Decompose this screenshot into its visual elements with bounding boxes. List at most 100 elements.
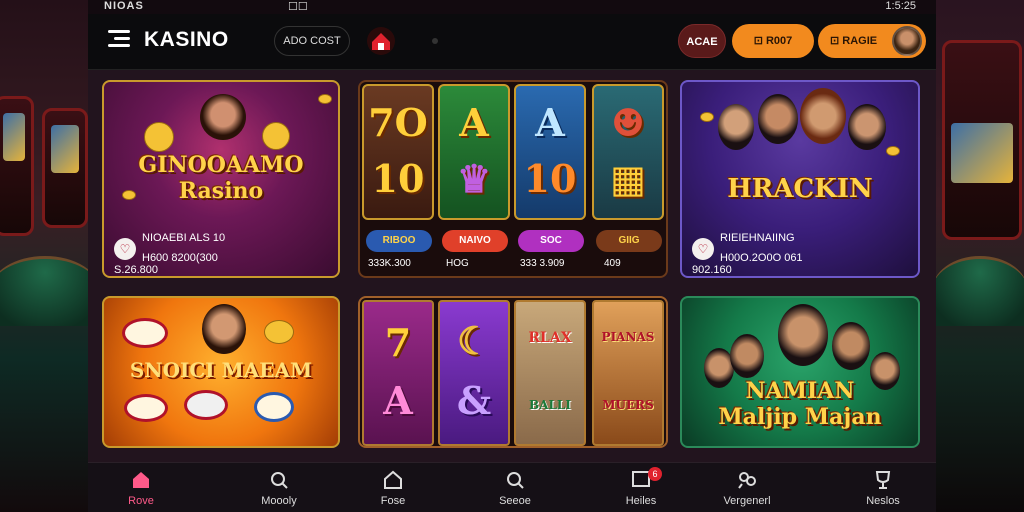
profile-icon: ⊡ [830,35,843,47]
character-illustration [800,88,846,144]
deposit-button[interactable]: ⊡ R007 [732,24,814,58]
reel-column: A 10 [514,84,586,220]
status-icons: ☐☐ [288,1,308,13]
background-right [932,0,1024,512]
status-bar: NIOAS ☐☐ 1:5:25 [88,0,936,14]
chip-icon [124,394,168,422]
coin-icon [886,146,900,156]
game-card-maljip[interactable]: NAMIAN Maljip Majan [680,296,920,448]
reel-symbol: RLAX [528,330,572,346]
casino-house-icon[interactable] [366,26,396,56]
slot-machine-bg [42,108,88,228]
reel-column: 7 A [362,300,434,446]
game-meta: ♡ NIOAEBI ALS 10 H600 8200(300 S.26.800 [114,232,237,276]
bottom-nav: Rove Moooly Fose Seeoe 6 Heiles Vergener… [88,462,936,512]
reel-symbol: 7O [368,100,428,145]
game-card-reels-2[interactable]: 7 A ☾ & RLAX BALLI PIANAS MUERS [358,296,668,448]
reel-column: 7O 10 [362,84,434,220]
reel-symbol: & [456,378,492,423]
profile-label: RAGIE [842,35,878,47]
slot-machine-bg [0,96,34,236]
reel-column: ☻ ▦ [592,84,664,220]
reel-caption: 333 3.909 [520,258,565,269]
account-pill[interactable]: ADO COST [274,26,350,56]
reel-column: ☾ & [438,300,510,446]
trophy-icon [875,471,891,489]
nav-item-heiles[interactable]: 6 Heiles [596,467,686,507]
reel-symbol: ☻ [610,100,646,145]
avatar[interactable] [892,26,922,56]
game-title: GINOOAAMO Rasino [104,152,338,204]
game-card-reels[interactable]: 7O 10 A ♛ A 10 ☻ ▦ RIBOO NAIVO SOC GIIG … [358,80,668,278]
reel-symbol: BALLI [529,398,571,412]
reel-symbol: ▦ [610,156,646,201]
reel-symbol: MUERS [602,398,654,412]
background-left [0,0,100,512]
reel-symbol: 10 [371,156,425,201]
nav-item-rove[interactable]: Rove [96,469,186,507]
casino-table-bg [932,256,1024,326]
nav-item-moooly[interactable]: Moooly [234,469,324,507]
app-header: KASINO ADO COST ACAE ⊡ R007 ⊡ RAGIE [88,14,936,70]
nav-item-fose[interactable]: Fose [348,469,438,507]
reel-chip[interactable]: NAIVO [442,230,508,252]
game-card-hrackin[interactable]: HRACKIN ♡ RIEIEHNAIING H00O.2O0O 061 902… [680,80,920,278]
character-illustration [758,94,798,144]
phone-screen: NIOAS ☐☐ 1:5:25 KASINO ADO COST ACAE ⊡ R… [88,0,936,512]
slot-screen-bg [51,125,79,173]
reel-chip[interactable]: GIIG [596,230,662,252]
character-illustration [202,304,246,354]
game-title: SNOICI MAEAM [129,358,313,382]
game-meta: ♡ RIEIEHNAIING H00O.2O0O 061 902.160 [692,232,817,276]
reel-symbol: 7 [384,320,412,365]
home-icon [133,472,149,488]
wallet-button[interactable]: ACAE [678,24,726,58]
chip-icon [122,318,168,348]
casino-table-bg [0,256,100,326]
game-card-snoici[interactable]: SNOICI MAEAM [102,296,340,448]
reel-symbol: A [535,100,565,145]
game-title: HRACKIN [727,174,873,204]
reel-symbol: A [459,100,489,145]
profile-button[interactable]: ⊡ RAGIE [818,24,926,58]
character-illustration [730,334,764,378]
game-title-line2: Rasino [178,178,264,204]
character-illustration [200,94,246,140]
nav-item-vergenerl[interactable]: Vergenerl [702,469,792,507]
game-title-line2: Maljip Majan [718,404,882,430]
menu-icon[interactable] [108,30,130,52]
game-title: NAMIAN Maljip Majan [682,378,918,430]
character-illustration [778,304,828,366]
notification-badge: 6 [648,467,662,481]
character-illustration [848,104,886,150]
indicator-icon [432,38,438,44]
nav-item-seeoe[interactable]: Seeoe [470,469,560,507]
heart-icon: ♡ [692,238,714,260]
reel-column: RLAX BALLI [514,300,586,446]
nav-label: Fose [380,495,406,507]
search-icon [271,472,288,489]
reel-caption: HOG [446,258,469,269]
reel-symbol: PIANAS [601,330,655,344]
reel-chip[interactable]: RIBOO [366,230,432,252]
slot-screen-bg [3,113,25,161]
coin-icon [700,112,714,122]
reel-symbol: ☾ [456,318,492,363]
brand-title: KASINO [144,28,229,51]
reel-caption: 333K.300 [368,258,411,269]
nav-label: Heiles [625,495,657,507]
nav-label: Rove [128,495,154,507]
game-title-line1: GINOOAAMO [138,152,304,178]
reel-chip[interactable]: SOC [518,230,584,252]
deposit-label: R007 [765,35,793,47]
nav-item-neslos[interactable]: Neslos [838,469,928,507]
status-carrier: NIOAS [104,0,144,12]
nav-label: Neslos [866,495,900,507]
reel-symbol: A [383,378,413,423]
gift-icon [738,472,756,489]
chip-icon [184,390,228,420]
game-card-ginooaamo[interactable]: GINOOAAMO Rasino ♡ NIOAEBI ALS 10 H600 8… [102,80,340,278]
search-icon [507,472,524,489]
house-outline-icon [384,470,402,489]
slot-screen-bg [951,123,1013,183]
